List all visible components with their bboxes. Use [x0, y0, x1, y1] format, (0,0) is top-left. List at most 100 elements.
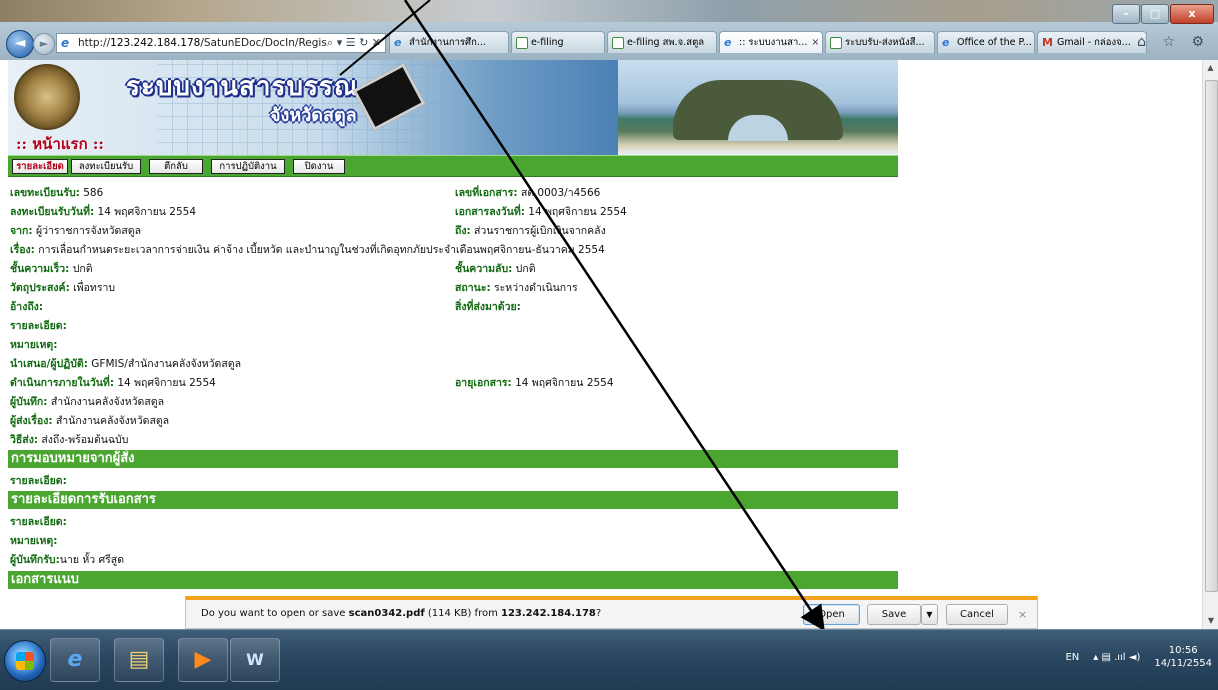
- home-favorites-tools-icons[interactable]: ⌂ ☆ ⚙: [1137, 34, 1210, 50]
- download-filename: scan0342.pdf: [348, 608, 425, 619]
- browser-tab[interactable]: e:: ระบบงานสา... ×: [719, 31, 823, 53]
- tab-close-icon[interactable]: ×: [811, 37, 819, 48]
- menu-operation[interactable]: การปฏิบัติงาน: [211, 159, 285, 174]
- close-download-bar-icon[interactable]: ×: [1018, 608, 1027, 621]
- back-button[interactable]: ◄: [6, 30, 34, 58]
- secrecy-row: ชั้นความลับ: ปกติ: [455, 263, 536, 275]
- age-row: อายุเอกสาร: 14 พฤศจิกายน 2554: [455, 377, 614, 389]
- gmail-icon: M: [1042, 35, 1053, 49]
- download-host: 123.242.184.178: [501, 608, 596, 619]
- open-button[interactable]: Open: [803, 604, 860, 625]
- browser-tab[interactable]: e สำนักงานการศึก...: [389, 31, 509, 53]
- save-button[interactable]: Save: [867, 604, 921, 625]
- sender-row: ผู้ส่งเรื่อง: สำนักงานคลังจังหวัดสตูล: [10, 415, 170, 427]
- close-window-button[interactable]: x: [1170, 4, 1214, 24]
- tab-label: ระบบรับ-ส่งหนังสื...: [845, 37, 925, 48]
- reg-no-row: เลขทะเบียนรับ: 586: [10, 187, 104, 199]
- menu-close-job[interactable]: ปิดงาน: [293, 159, 345, 174]
- mail-icon: [612, 36, 624, 49]
- subject-row: เรื่อง: การเลื่อนกำหนดระยะเวลาการจ่ายเงิ…: [10, 244, 605, 256]
- mail-icon: [830, 36, 842, 49]
- internet-explorer-icon[interactable]: e: [50, 638, 100, 682]
- home-link[interactable]: :: หน้าแรก ::: [16, 132, 104, 155]
- site-banner: ระบบงานสารบรรณ จังหวัดสตูล :: หน้าแรก ::: [8, 60, 898, 155]
- receiver-row: ผู้บันทึกรับ:นาย หั้ว ศรีสูด: [10, 554, 125, 566]
- windows-logo-icon: [16, 652, 34, 670]
- due-row: ดำเนินการภายในวันที่: 14 พฤศจิกายน 2554: [10, 377, 216, 389]
- browser-tab[interactable]: e Office of the P...: [937, 31, 1035, 53]
- scroll-thumb[interactable]: [1205, 80, 1218, 592]
- detail-row: รายละเอียด:: [10, 320, 67, 332]
- download-prompt: Do you want to open or save scan0342.pdf…: [201, 608, 602, 619]
- browser-tab[interactable]: e-filing: [511, 31, 605, 53]
- url-text[interactable]: http://123.242.184.178/SatunEDoc/DocIn/R…: [78, 37, 327, 49]
- menu-return[interactable]: ตีกลับ: [149, 159, 203, 174]
- maximize-button[interactable]: □: [1141, 4, 1169, 24]
- recorder-row: ผู้บันทึก: สำนักงานคลังจังหวัดสตูล: [10, 396, 165, 408]
- proposer-row: นำเสนอ/ผู้ปฏิบัติ: GFMIS/สำนักงานคลังจัง…: [10, 358, 242, 370]
- browser-tab[interactable]: ระบบรับ-ส่งหนังสื...: [825, 31, 935, 53]
- tab-label: :: ระบบงานสา...: [739, 37, 808, 48]
- computer-monitor-graphic: [348, 63, 426, 132]
- tab-label: e-filing สพ.จ.สตูล: [627, 37, 705, 48]
- reg-date-row: ลงทะเบียนรับวันที่: 14 พฤศจิกายน 2554: [10, 206, 196, 218]
- scroll-up-arrow[interactable]: ▲: [1203, 60, 1218, 76]
- browser-tab[interactable]: M Gmail - กล่องจ...: [1037, 31, 1147, 53]
- browser-chrome: – □ x ◄ ► e http://123.242.184.178/Satun…: [0, 0, 1218, 60]
- mail-icon: [516, 36, 528, 49]
- windows-taskbar: e ▤ ▶ W EN ▴ ▤ .ııl ◄) 10:56 14/11/2554: [0, 629, 1218, 690]
- menu-register-receive[interactable]: ลงทะเบียนรับ: [71, 159, 141, 174]
- receive-remark-row: หมายเหตุ:: [10, 535, 58, 547]
- tab-label: Gmail - กล่องจ...: [1057, 37, 1131, 48]
- system-tray: EN ▴ ▤ .ııl ◄) 10:56 14/11/2554: [1065, 644, 1212, 670]
- assignment-detail-row: รายละเอียด:: [10, 475, 67, 487]
- section-assignment-header: การมอบหมายจากผู้สั่ง: [8, 450, 898, 468]
- scroll-down-arrow[interactable]: ▼: [1203, 613, 1218, 629]
- rock-arch-photo: [618, 60, 898, 155]
- doc-no-row: เลขที่เอกสาร: สต 0003/า4566: [455, 187, 601, 199]
- from-row: จาก: ผู้ว่าราชการจังหวัดสตูล: [10, 225, 142, 237]
- vertical-scrollbar[interactable]: ▲ ▼: [1202, 60, 1218, 629]
- purpose-row: วัตถุประสงค์: เพื่อทราบ: [10, 282, 116, 294]
- start-button[interactable]: [4, 640, 46, 682]
- doc-date-row: เอกสารลงวันที่: 14 พฤศจิกายน 2554: [455, 206, 627, 218]
- tab-label: สำนักงานการศึก...: [409, 37, 486, 48]
- tab-strip: e สำนักงานการศึก... e-filing e-filing สพ.จ.…: [389, 31, 1149, 55]
- status-row: สถานะ: ระหว่างดำเนินการ: [455, 282, 578, 294]
- reference-row: อ้างถึง:: [10, 301, 44, 313]
- urgency-row: ชั้นความเร็ว: ปกติ: [10, 263, 93, 275]
- ie-icon: e: [942, 35, 950, 49]
- ie-icon: e: [724, 35, 732, 49]
- file-explorer-icon[interactable]: ▤: [114, 638, 164, 682]
- to-row: ถึง: ส่วนราชการผู้เบิกเงินจากคลัง: [455, 225, 606, 237]
- tray-icons[interactable]: ▴ ▤ .ııl ◄): [1093, 652, 1140, 663]
- menu-detail[interactable]: รายละเอียด: [12, 159, 68, 174]
- tab-label: Office of the P...: [957, 37, 1032, 48]
- clock-date: 14/11/2554: [1154, 658, 1212, 669]
- method-row: วิธีส่ง: ส่งถึง-พร้อมต้นฉบับ: [10, 434, 129, 446]
- section-attachments-header: เอกสารแนบ: [8, 571, 898, 589]
- address-tools[interactable]: ⌕ ▾ ☰ ↻ ✕: [327, 36, 385, 50]
- clock-time: 10:56: [1168, 645, 1198, 656]
- navigation-row: ◄ ► e http://123.242.184.178/SatunEDoc/D…: [0, 30, 1218, 58]
- window-controls: – □ x: [1111, 4, 1214, 24]
- enclosure-row: สิ่งที่ส่งมาด้วย:: [455, 301, 521, 313]
- ie-icon: e: [61, 36, 70, 50]
- menu-bar: รายละเอียด ลงทะเบียนรับ ตีกลับ การปฏิบัต…: [8, 155, 898, 177]
- province-seal-logo: [14, 64, 80, 130]
- cancel-button[interactable]: Cancel: [946, 604, 1008, 625]
- download-notification-bar: Do you want to open or save scan0342.pdf…: [185, 596, 1038, 629]
- save-dropdown-button[interactable]: ▼: [921, 604, 938, 625]
- minimize-button[interactable]: –: [1112, 4, 1140, 24]
- browser-tab[interactable]: e-filing สพ.จ.สตูล: [607, 31, 717, 53]
- receive-detail-row: รายละเอียด:: [10, 516, 67, 528]
- language-indicator[interactable]: EN: [1065, 652, 1079, 663]
- remark-row: หมายเหตุ:: [10, 339, 58, 351]
- address-bar[interactable]: e http://123.242.184.178/SatunEDoc/DocIn…: [56, 33, 386, 53]
- tab-label: e-filing: [531, 37, 564, 48]
- forward-button[interactable]: ►: [33, 33, 55, 55]
- word-icon[interactable]: W: [230, 638, 280, 682]
- media-player-icon[interactable]: ▶: [178, 638, 228, 682]
- clock[interactable]: 10:56 14/11/2554: [1154, 644, 1212, 670]
- system-subtitle: จังหวัดสตูล: [270, 105, 357, 126]
